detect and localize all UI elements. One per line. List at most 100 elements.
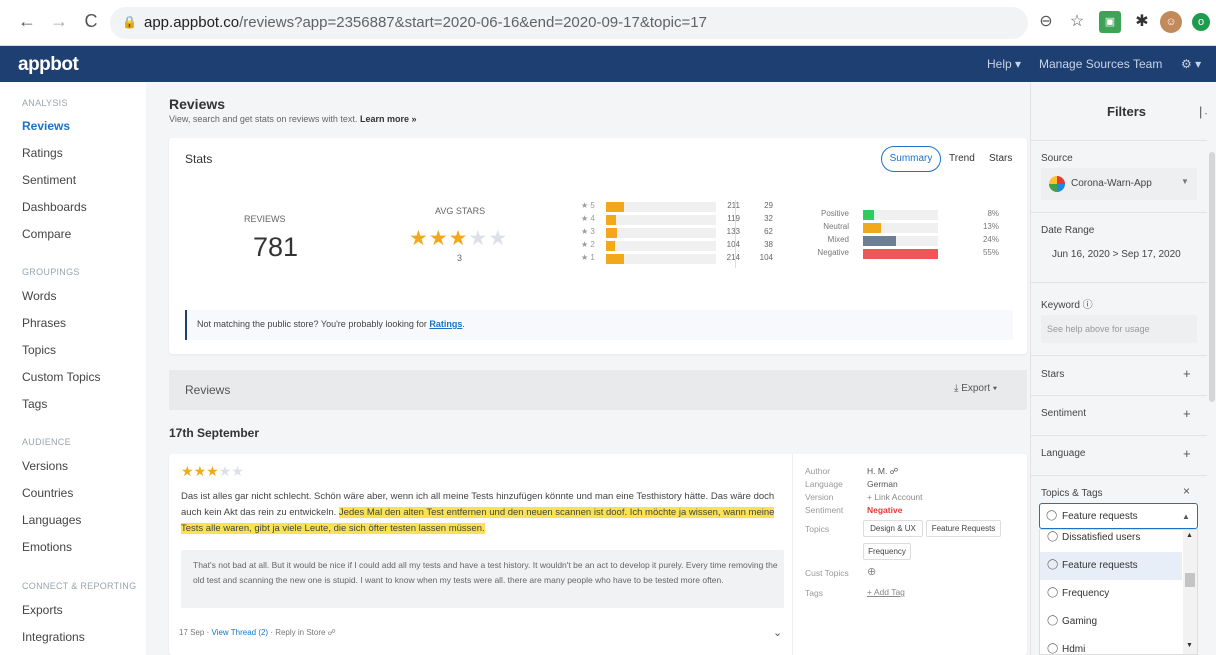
add-custom-topic-icon[interactable]: ⊕	[867, 565, 876, 578]
topics-label: Topics	[805, 524, 830, 534]
tab-trend[interactable]: Trend	[949, 153, 975, 164]
star-bar	[606, 228, 617, 238]
add-tag-link[interactable]: + Add Tag	[867, 587, 905, 597]
sentiment-row[interactable]: Negative 55%	[789, 248, 999, 260]
sidebar-item-versions[interactable]: Versions	[22, 459, 68, 473]
reply-in-store-link[interactable]: · Reply in Store ☍	[268, 628, 335, 637]
learn-more-link[interactable]: Learn more »	[360, 114, 417, 124]
language-label: Language	[805, 479, 843, 489]
topic-tag[interactable]: Feature Requests	[926, 520, 1001, 537]
sidebar-item-compare[interactable]: Compare	[22, 227, 71, 241]
sidebar-item-words[interactable]: Words	[22, 289, 56, 303]
team-link[interactable]: Team	[1133, 57, 1162, 71]
tab-summary[interactable]: Summary	[881, 146, 941, 172]
star-row[interactable]: ★ 4 119 32	[581, 214, 773, 226]
tab-stars[interactable]: Stars	[989, 153, 1012, 164]
appbot-logo[interactable]: appbot	[18, 54, 79, 76]
caret-up-icon: ▲	[1182, 512, 1190, 521]
bookmark-star-icon[interactable]: ☆	[1066, 11, 1088, 33]
stats-title: Stats	[185, 152, 213, 166]
date-range-picker[interactable]: Jun 16, 2020 > Sep 17, 2020	[1052, 249, 1181, 260]
reviews-panel-header: Reviews ⤓ Export ▾	[169, 370, 1027, 410]
topics-select[interactable]: ◯ Feature requests ▲	[1039, 503, 1198, 529]
forward-icon[interactable]: →	[48, 10, 70, 32]
review-footer: 17 Sep · View Thread (2) · Reply in Stor…	[179, 628, 336, 637]
sidebar-item-ratings[interactable]: Ratings	[22, 146, 63, 160]
scroll-down-icon[interactable]: ▼	[1186, 642, 1193, 649]
sidebar-item-sentiment[interactable]: Sentiment	[22, 173, 76, 187]
extension-icon[interactable]: ▣	[1099, 11, 1121, 33]
keyword-input[interactable]: See help above for usage	[1041, 315, 1197, 343]
star-row[interactable]: ★ 2 104 38	[581, 240, 773, 252]
sidebar-item-languages[interactable]: Languages	[22, 513, 81, 527]
review-star-rating: ★★★★★	[181, 463, 244, 480]
page-title: Reviews	[169, 96, 226, 112]
sidebar-item-exports[interactable]: Exports	[22, 603, 63, 617]
sidebar-item-custom-topics[interactable]: Custom Topics	[22, 370, 100, 384]
sentiment-row[interactable]: Mixed 24%	[789, 235, 999, 247]
sidebar-item-tags[interactable]: Tags	[22, 397, 47, 411]
section-label-connect: CONNECT & REPORTING	[22, 581, 137, 591]
sidebar-item-integrations[interactable]: Integrations	[22, 630, 85, 644]
reload-icon[interactable]: C	[80, 10, 102, 32]
profile-avatar[interactable]: ☺	[1160, 11, 1182, 33]
zoom-icon[interactable]: ⊖	[1035, 11, 1057, 33]
view-thread-link[interactable]: View Thread (2)	[211, 628, 268, 637]
sentiment-row[interactable]: Positive 8%	[789, 209, 999, 221]
sidebar-item-emotions[interactable]: Emotions	[22, 540, 72, 554]
filter-sentiment[interactable]: Sentiment +	[1031, 395, 1207, 435]
settings-menu[interactable]: ⚙ ▾	[1181, 57, 1201, 71]
star-row[interactable]: ★ 5 211 29	[581, 201, 773, 213]
divider	[792, 454, 793, 655]
sidebar-item-countries[interactable]: Countries	[22, 486, 73, 500]
source-select[interactable]: Corona-Warn-App ▼	[1041, 168, 1197, 200]
topic-option[interactable]: ◯ Dissatisfied users	[1040, 530, 1182, 552]
app-logo-icon	[1049, 176, 1065, 192]
scrollbar-thumb[interactable]	[1185, 573, 1195, 587]
star-filled-icon: ★	[448, 227, 469, 250]
sentiment-bar-track	[863, 210, 938, 220]
address-bar[interactable]: 🔒 app.appbot.co/reviews?app=2356887&star…	[110, 7, 1028, 39]
link-account-link[interactable]: + Link Account	[867, 492, 923, 502]
author-value[interactable]: H. M. ☍	[867, 466, 898, 477]
star-empty-icon: ★	[231, 463, 244, 479]
star-row[interactable]: ★ 3 133 62	[581, 227, 773, 239]
sidebar-item-phrases[interactable]: Phrases	[22, 316, 66, 330]
sentiment-bar	[863, 223, 881, 233]
sentiment-row[interactable]: Neutral 13%	[789, 222, 999, 234]
scroll-up-icon[interactable]: ▲	[1186, 532, 1193, 539]
filter-stars[interactable]: Stars +	[1031, 355, 1207, 395]
star-row[interactable]: ★ 1 214 104	[581, 253, 773, 265]
topic-option[interactable]: ◯ Gaming	[1040, 608, 1182, 636]
filters-panel: Filters |→ Source Corona-Warn-App ▼ Date…	[1030, 82, 1216, 655]
topic-tag[interactable]: Design & UX	[863, 520, 923, 537]
menu-circle-icon[interactable]: o	[1192, 13, 1210, 31]
sidebar-item-reviews[interactable]: Reviews	[22, 119, 70, 133]
topic-option[interactable]: ◯ Feature requests	[1040, 552, 1182, 580]
export-button[interactable]: ⤓ Export ▾	[954, 383, 997, 394]
star-bar	[606, 241, 615, 251]
stats-card: Stats Summary Trend Stars REVIEWS 781 AV…	[169, 138, 1027, 354]
clear-icon[interactable]: ×	[1183, 484, 1190, 498]
sidebar-item-topics[interactable]: Topics	[22, 343, 56, 357]
panel-scrollbar[interactable]	[1207, 82, 1216, 655]
plus-icon[interactable]: +	[1183, 446, 1191, 461]
help-menu[interactable]: Help ▾	[987, 57, 1021, 71]
caret-down-icon: ▼	[1181, 177, 1189, 186]
plus-icon[interactable]: +	[1183, 406, 1191, 421]
topic-option[interactable]: ◯ Hdmi	[1040, 636, 1182, 654]
topic-option[interactable]: ◯ Frequency	[1040, 580, 1182, 608]
star-bar-track	[606, 202, 716, 212]
ratings-link[interactable]: Ratings	[429, 319, 462, 329]
filter-language[interactable]: Language +	[1031, 435, 1207, 475]
scrollbar-thumb[interactable]	[1209, 152, 1215, 402]
manage-sources-link[interactable]: Manage Sources	[1039, 57, 1130, 71]
puzzle-icon[interactable]: ✱	[1131, 11, 1153, 33]
topic-tag[interactable]: Frequency	[863, 543, 911, 560]
sidebar-item-dashboards[interactable]: Dashboards	[22, 200, 87, 214]
back-icon[interactable]: ←	[16, 10, 38, 32]
chevron-down-icon[interactable]: ⌄	[773, 626, 782, 639]
plus-icon[interactable]: +	[1183, 366, 1191, 381]
divider	[735, 200, 736, 268]
list-scrollbar[interactable]: ▲ ▼	[1183, 530, 1197, 654]
